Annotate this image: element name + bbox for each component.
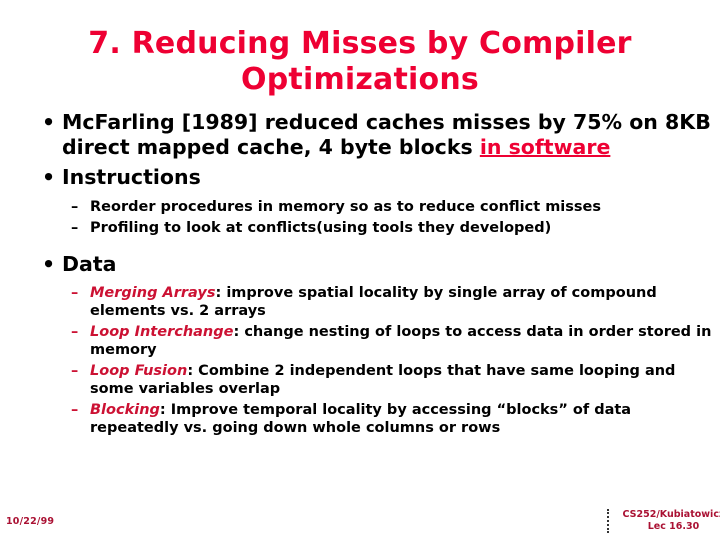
sub-bullet-merging-arrays-term: Merging Arrays	[90, 285, 216, 301]
dash-icon: –	[71, 220, 79, 236]
bullet-dot-icon: •	[42, 251, 56, 276]
bullet-mcfarling-emphasis: in software	[479, 134, 611, 159]
dash-icon: –	[71, 363, 79, 379]
footer-course: CS252/Kubiatowicz	[622, 509, 720, 520]
page-title-line-1: 7. Reducing Misses by Compiler	[88, 26, 632, 61]
footer-credit: CS252/Kubiatowicz Lec 16.30	[607, 509, 720, 533]
bullet-data: • Data	[0, 252, 720, 277]
sub-bullet-loop-interchange-term: Loop Interchange	[90, 324, 234, 340]
footer-date: 10/22/99	[6, 516, 55, 527]
sub-bullet-reorder: – Reorder procedures in memory so as to …	[0, 199, 720, 217]
bullet-dot-icon: •	[42, 165, 56, 189]
sub-bullet-loop-fusion: – Loop Fusion: Combine 2 independent loo…	[0, 363, 720, 398]
sub-bullet-reorder-text: Reorder procedures in memory so as to re…	[90, 198, 602, 215]
page-title: 7. Reducing Misses by Compiler Optimizat…	[40, 26, 680, 98]
dash-icon: –	[71, 324, 79, 340]
dash-icon: –	[71, 402, 79, 418]
sub-bullet-merging-arrays: – Merging Arrays: improve spatial locali…	[0, 285, 720, 320]
bullet-mcfarling: • McFarling [1989] reduced caches misses…	[0, 110, 720, 159]
sub-bullet-blocking: – Blocking: Improve temporal locality by…	[0, 402, 720, 437]
dash-icon: –	[71, 198, 79, 215]
sub-bullet-profiling: – Profiling to look at conflicts(using t…	[0, 220, 720, 238]
bullet-instructions: • Instructions	[0, 165, 720, 190]
sub-bullet-blocking-term: Blocking	[90, 402, 160, 418]
sub-bullet-loop-interchange: – Loop Interchange: change nesting of lo…	[0, 324, 720, 359]
bullet-instructions-label: Instructions	[62, 165, 201, 189]
bullet-mcfarling-text: McFarling [1989] reduced caches misses b…	[62, 110, 711, 159]
bullet-dot-icon: •	[42, 110, 56, 134]
dash-icon: –	[71, 285, 79, 301]
footer-lecture-number: Lec 16.30	[647, 521, 700, 532]
sub-bullet-blocking-text: : Improve temporal locality by accessing…	[90, 402, 632, 436]
sub-bullet-loop-fusion-term: Loop Fusion	[90, 363, 188, 379]
bullet-data-label: Data	[62, 251, 117, 276]
sub-bullet-profiling-text: Profiling to look at conflicts(using too…	[90, 220, 552, 236]
slide-body: • McFarling [1989] reduced caches misses…	[0, 110, 720, 437]
page-title-line-2: Optimizations	[241, 62, 479, 97]
